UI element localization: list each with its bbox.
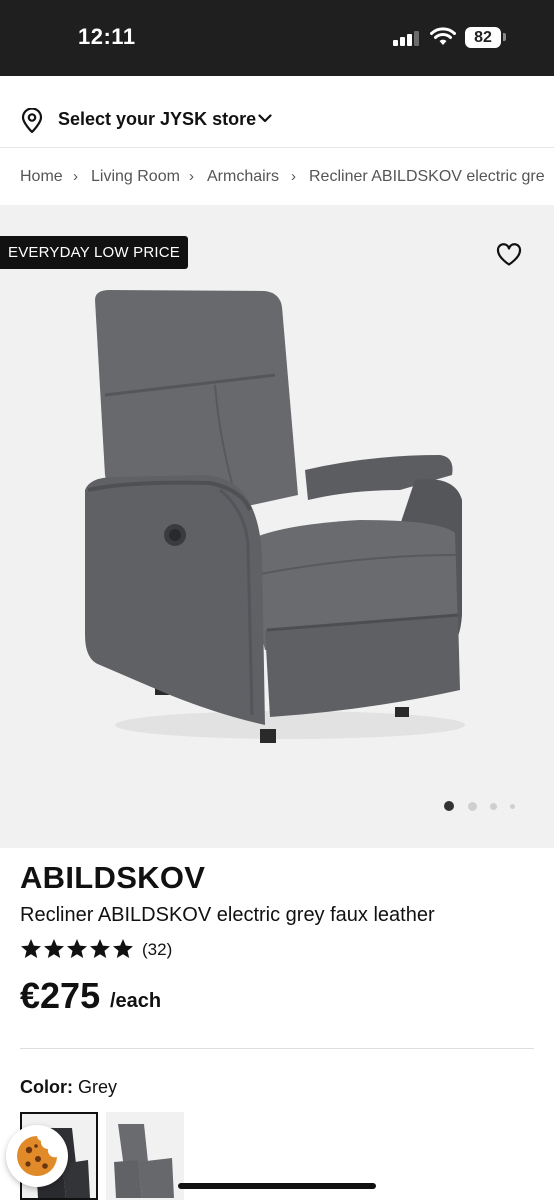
gallery-dot[interactable] [490, 803, 497, 810]
breadcrumb: Home › Living Room › Armchairs › Recline… [0, 149, 554, 205]
review-count[interactable]: (32) [142, 940, 172, 960]
gallery-dot-active[interactable] [444, 801, 454, 811]
star-rating-icon[interactable] [20, 938, 135, 960]
store-selector-label: Select your JYSK store [58, 109, 257, 129]
cookie-settings-button[interactable] [6, 1125, 68, 1187]
divider [20, 1048, 534, 1049]
color-selector-label: Color: Grey [20, 1077, 117, 1098]
breadcrumb-living-room[interactable]: Living Room [91, 168, 180, 186]
chevron-down-icon [258, 114, 272, 123]
signal-icon [393, 31, 423, 46]
status-bar: 12:11 82 [0, 0, 554, 76]
wifi-icon [430, 27, 456, 45]
product-image-gallery[interactable]: EVERYDAY LOW PRICE [0, 205, 554, 848]
breadcrumb-home[interactable]: Home [20, 168, 63, 186]
color-label: Color: [20, 1077, 73, 1097]
heart-icon[interactable] [496, 243, 522, 267]
gallery-dot[interactable] [468, 802, 477, 811]
product-name: ABILDSKOV [20, 860, 206, 895]
product-price: €275 [20, 975, 101, 1016]
color-value: Grey [78, 1077, 118, 1097]
price-unit: /each [110, 990, 162, 1012]
product-description: Recliner ABILDSKOV electric grey faux le… [20, 904, 435, 926]
breadcrumb-separator-icon: › [291, 168, 296, 185]
recliner-product-image [85, 290, 465, 743]
breadcrumb-armchairs[interactable]: Armchairs [207, 168, 279, 186]
color-swatch-grey[interactable] [106, 1112, 184, 1200]
everyday-low-price-badge: EVERYDAY LOW PRICE [0, 236, 188, 269]
breadcrumb-current: Recliner ABILDSKOV electric gre [309, 168, 545, 185]
status-time: 12:11 [78, 24, 136, 49]
breadcrumb-separator-icon: › [189, 168, 194, 185]
breadcrumb-separator-icon: › [73, 168, 78, 185]
home-indicator [178, 1183, 376, 1189]
map-pin-icon [21, 108, 43, 134]
cookie-icon [17, 1136, 57, 1176]
battery-tip [503, 33, 506, 41]
battery-icon: 82 [465, 27, 501, 48]
store-selector[interactable]: Select your JYSK store [0, 76, 554, 148]
gallery-dot[interactable] [510, 804, 515, 809]
